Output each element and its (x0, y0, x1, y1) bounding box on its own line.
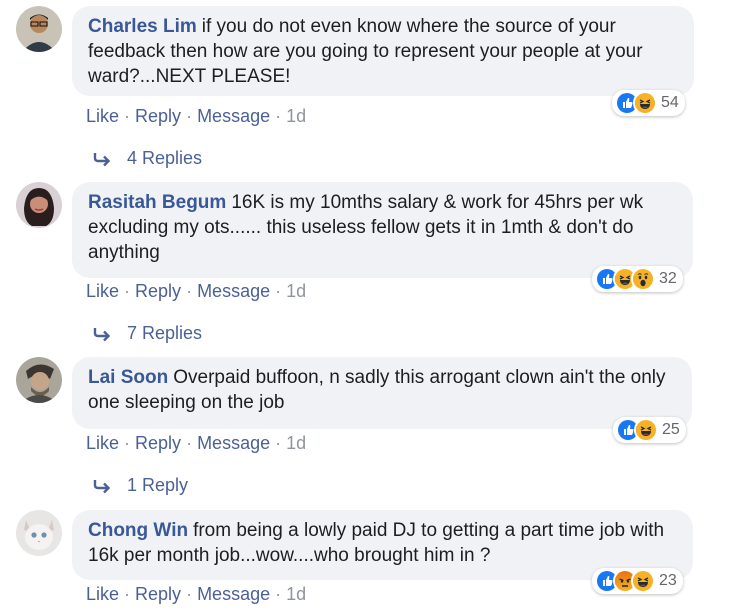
reaction-summary[interactable]: 25 (613, 417, 686, 443)
avatar[interactable] (16, 6, 62, 52)
haha-reaction-icon (631, 569, 655, 593)
comment-actions: Like · Reply · Message · 1d (86, 584, 307, 604)
reply-arrow-icon (93, 479, 111, 493)
reply-link[interactable]: Reply (135, 281, 181, 301)
replies-count: 1 Reply (127, 475, 189, 495)
reaction-count: 54 (661, 94, 679, 111)
comment-timestamp[interactable]: 1d (286, 584, 306, 604)
reaction-summary[interactable]: 54 (612, 90, 685, 116)
message-link[interactable]: Message (197, 433, 270, 453)
replies-count: 4 Replies (127, 148, 203, 168)
like-link[interactable]: Like (86, 281, 119, 301)
reaction-summary[interactable]: 32 (592, 266, 683, 292)
avatar[interactable] (16, 510, 62, 556)
haha-reaction-icon (634, 418, 658, 442)
comment-actions: Like · Reply · Message · 1d (86, 281, 307, 301)
comment-timestamp[interactable]: 1d (286, 281, 306, 301)
like-link[interactable]: Like (86, 584, 119, 604)
comment-bubble: Lai Soon Overpaid buffoon, n sadly this a… (72, 357, 692, 429)
view-replies-link[interactable]: 1 Reply (93, 475, 188, 496)
reply-link[interactable]: Reply (135, 106, 181, 126)
reply-link[interactable]: Reply (135, 433, 181, 453)
reaction-count: 23 (659, 572, 677, 589)
haha-reaction-icon (633, 91, 657, 115)
comment-text: Overpaid buffoon, n sadly this arrogant … (88, 367, 666, 413)
reaction-summary[interactable]: 23 (592, 568, 683, 594)
comment-author[interactable]: Lai Soon (88, 367, 168, 388)
comment-bubble: Charles Lim if you do not even know where… (72, 6, 694, 96)
comment-bubble: Rasitah Begum 16K is my 10mths salary & w… (72, 182, 693, 278)
like-link[interactable]: Like (86, 106, 119, 126)
comment-timestamp[interactable]: 1d (286, 106, 306, 126)
comment-author[interactable]: Charles Lim (88, 16, 197, 37)
comment-actions: Like · Reply · Message · 1d (86, 433, 307, 453)
wow-reaction-icon (631, 267, 655, 291)
replies-count: 7 Replies (127, 323, 203, 343)
comment-actions: Like · Reply · Message · 1d (86, 106, 307, 126)
comment-timestamp[interactable]: 1d (286, 433, 306, 453)
reaction-count: 25 (662, 421, 680, 438)
avatar[interactable] (16, 357, 62, 403)
like-link[interactable]: Like (86, 433, 119, 453)
reply-link[interactable]: Reply (135, 584, 181, 604)
comment-author[interactable]: Chong Win (88, 520, 188, 541)
message-link[interactable]: Message (197, 584, 270, 604)
reply-arrow-icon (93, 327, 111, 341)
comment-author[interactable]: Rasitah Begum (88, 192, 226, 213)
avatar[interactable] (16, 182, 62, 228)
view-replies-link[interactable]: 4 Replies (93, 148, 202, 169)
reply-arrow-icon (93, 152, 111, 166)
message-link[interactable]: Message (197, 281, 270, 301)
message-link[interactable]: Message (197, 106, 270, 126)
reaction-count: 32 (659, 270, 677, 287)
view-replies-link[interactable]: 7 Replies (93, 323, 202, 344)
